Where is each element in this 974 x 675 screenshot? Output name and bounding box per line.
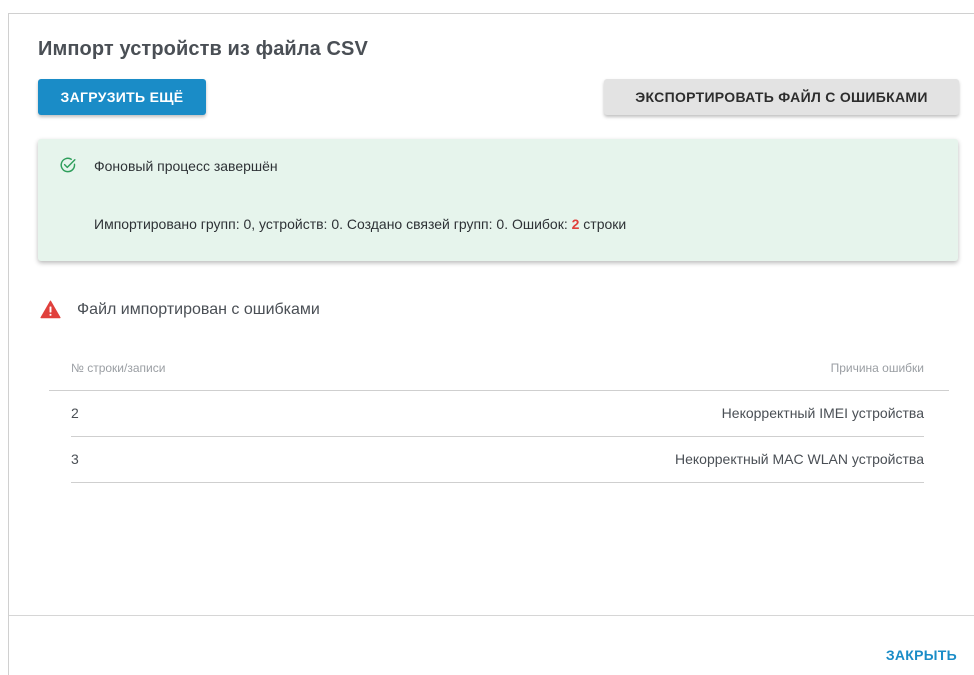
row-number-cell: 3 (71, 451, 79, 467)
row-number-cell: 2 (71, 405, 79, 421)
close-button[interactable]: Закрыть (882, 643, 961, 667)
import-summary-text: Импортировано групп: 0, устройств: 0. Со… (94, 216, 572, 232)
warning-text: Файл импортирован с ошибками (77, 301, 320, 318)
import-dialog: Импорт устройств из файла CSV Загрузить … (8, 13, 974, 675)
column-header-reason: Причина ошибки (830, 361, 924, 375)
export-errors-button[interactable]: Экспортировать файл с ошибками (604, 79, 959, 115)
process-complete-notice: Фоновый процесс завершён Импортировано г… (38, 139, 958, 261)
check-circle-icon (60, 157, 76, 173)
column-header-row-number: № строки/записи (71, 361, 166, 375)
error-reason-cell: Некорректный IMEI устройства (721, 405, 924, 421)
table-row: 3 Некорректный MAC WLAN устройства (71, 437, 924, 483)
notice-title: Фоновый процесс завершён (94, 158, 278, 174)
footer-divider (9, 615, 974, 616)
import-summary-suffix: строки (579, 216, 627, 232)
dialog-title: Импорт устройств из файла CSV (38, 38, 368, 60)
import-summary: Импортировано групп: 0, устройств: 0. Со… (94, 216, 626, 232)
warning-triangle-icon (40, 300, 61, 319)
table-row: 2 Некорректный IMEI устройства (71, 391, 924, 437)
error-reason-cell: Некорректный MAC WLAN устройства (675, 451, 924, 467)
errors-table: № строки/записи Причина ошибки 2 Некорре… (49, 355, 949, 483)
upload-more-button[interactable]: Загрузить ещё (38, 79, 206, 115)
table-header: № строки/записи Причина ошибки (49, 355, 949, 391)
